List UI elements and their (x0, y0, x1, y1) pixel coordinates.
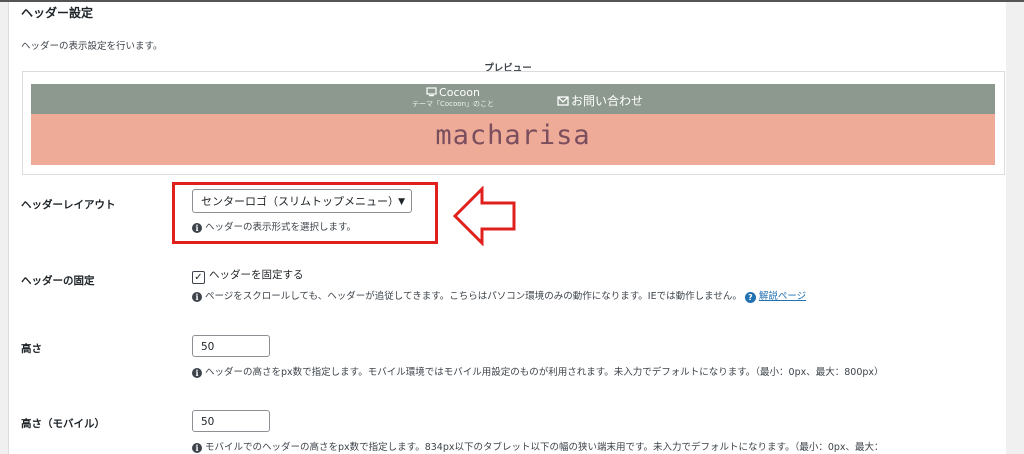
nav-item-cocoon[interactable]: Cocoon テーマ「Cocoon」のこと (405, 86, 501, 109)
preview-logo-area: macharisa (31, 114, 995, 165)
info-icon: i (192, 292, 202, 302)
nav-site-sub: テーマ「Cocoon」のこと (411, 100, 495, 108)
height-mobile-label: 高さ（モバイル） (21, 418, 105, 430)
section-description: ヘッダーの表示設定を行います。 (21, 41, 163, 52)
annotation-arrow-icon (452, 186, 516, 246)
help-page-link[interactable]: 解説ページ (759, 291, 806, 302)
height-label: 高さ (21, 343, 42, 355)
section-title: ヘッダー設定 (21, 6, 94, 20)
site-logo[interactable]: macharisa (31, 120, 995, 151)
height-input[interactable]: 50 (192, 335, 270, 357)
fixed-checkbox[interactable]: ✓ (192, 271, 205, 284)
header-preview: Cocoon テーマ「Cocoon」のこと お問い合わせ macharisa (22, 71, 1005, 175)
help-icon: ? (744, 292, 756, 303)
layout-label: ヘッダーレイアウト (21, 199, 116, 211)
preview-nav-bar: Cocoon テーマ「Cocoon」のこと お問い合わせ (31, 84, 995, 114)
nav-item-contact[interactable]: お問い合わせ (557, 92, 643, 109)
nav-site-name: Cocoon (439, 86, 480, 99)
monitor-icon (426, 87, 437, 97)
height-mobile-input[interactable]: 50 (192, 410, 270, 432)
scrollbar[interactable] (1006, 2, 1024, 454)
height-mobile-hint: i モバイルでのヘッダーの高さをpx数で指定します。834px以下のタブレット以下… (192, 439, 884, 453)
fixed-hint: i ページをスクロールしても、ヘッダーが追従してきます。こちらはパソコン環境のみの… (192, 288, 806, 303)
envelope-icon (557, 96, 569, 106)
fixed-checkbox-row[interactable]: ✓ ヘッダーを固定する (192, 267, 304, 284)
height-hint: i ヘッダーの高さをpx数で指定します。モバイル環境ではモバイル用設定のものが利用… (192, 364, 884, 378)
annotation-highlight-box (172, 182, 438, 244)
info-icon: i (192, 368, 202, 378)
nav-contact-label: お問い合わせ (571, 94, 644, 108)
fixed-checkbox-label: ヘッダーを固定する (209, 269, 304, 281)
info-icon: i (192, 443, 202, 453)
fixed-label: ヘッダーの固定 (21, 275, 95, 287)
